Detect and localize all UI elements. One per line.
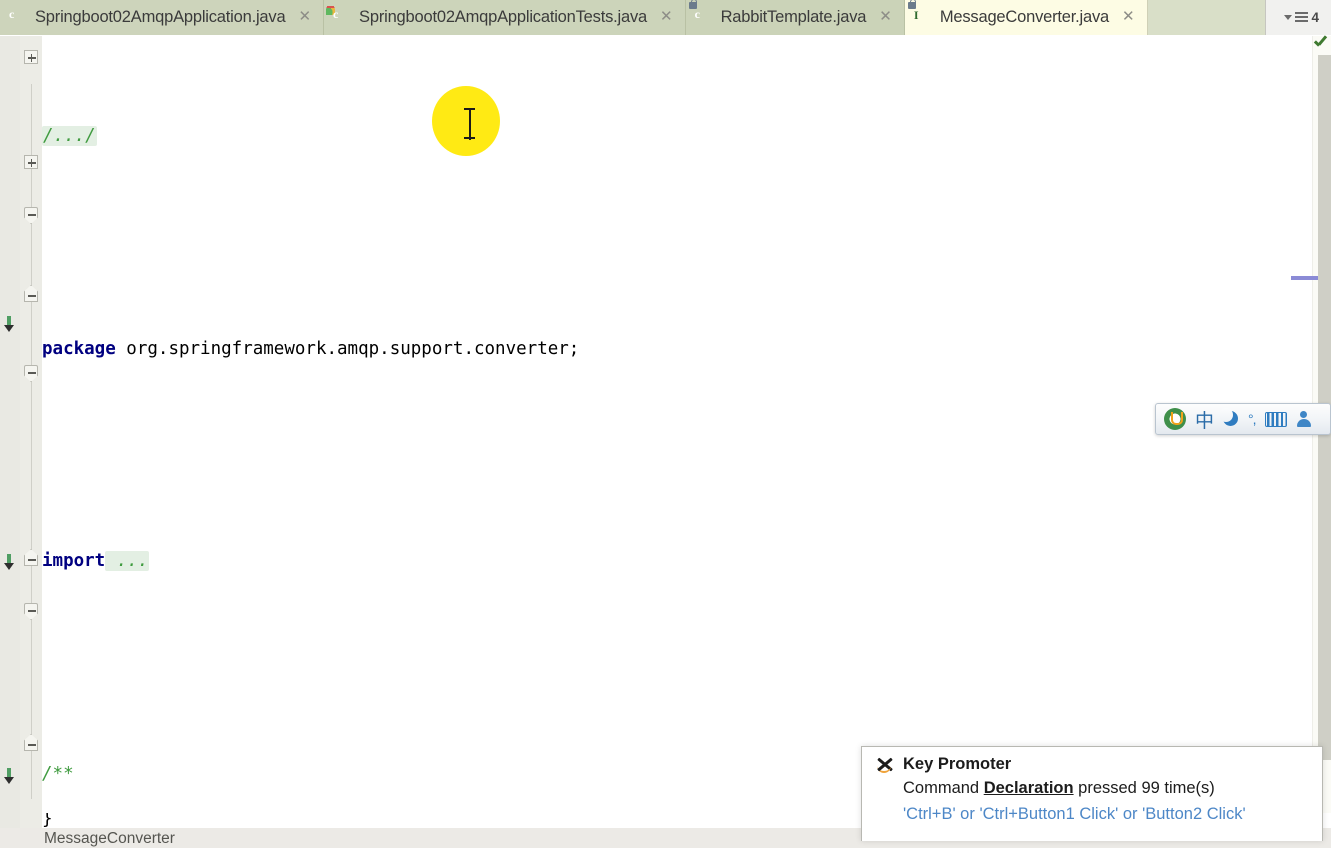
- editor-tab-close-icon[interactable]: ✕: [1120, 9, 1137, 26]
- tab-count: 4: [1311, 10, 1319, 25]
- implemented-by-arrow-icon[interactable]: [1, 554, 18, 571]
- sogou-logo-icon[interactable]: [1164, 408, 1186, 430]
- editor-tab-label: Springboot02AmqpApplicationTests.java: [359, 8, 647, 26]
- x-close-icon[interactable]: [876, 756, 894, 774]
- fold-placeholder-imports[interactable]: ...: [105, 551, 150, 572]
- editor-left-gutter-bottom: [0, 813, 20, 828]
- editor-left-gutter[interactable]: [0, 36, 20, 813]
- keyword-import: import: [42, 551, 106, 572]
- editor-fold-gutter-bottom: [20, 813, 42, 828]
- editor-tab-label: RabbitTemplate.java: [720, 8, 867, 26]
- tab-overflow-button[interactable]: 4: [1265, 0, 1331, 35]
- editor-tab-messageconverter[interactable]: MessageConverter.java ✕: [904, 0, 1148, 35]
- implemented-by-arrow-icon[interactable]: [1, 316, 18, 333]
- key-promoter-title: Key Promoter: [903, 755, 1012, 773]
- java-interface-library-icon: [907, 0, 933, 27]
- chinese-mode-icon[interactable]: 中: [1195, 406, 1214, 433]
- editor-tab-springboot02amqpapplicationtests[interactable]: Springboot02AmqpApplicationTests.java ✕: [324, 0, 686, 35]
- message-command: Declaration: [983, 779, 1074, 797]
- package-path: org.springframework.amqp.support.convert…: [115, 338, 580, 359]
- keyword-package: package: [42, 338, 116, 359]
- editor-tab-bar: Springboot02AmqpApplication.java ✕ Sprin…: [0, 0, 1331, 35]
- key-promoter-notification[interactable]: Key Promoter Command Declaration pressed…: [861, 746, 1323, 841]
- key-promoter-shortcuts: 'Ctrl+B' or 'Ctrl+Button1 Click' or 'But…: [903, 805, 1246, 823]
- editor-tab-label: MessageConverter.java: [939, 8, 1109, 26]
- breadcrumb[interactable]: MessageConverter: [44, 830, 175, 848]
- message-suffix: pressed 99 time(s): [1073, 779, 1215, 797]
- editor-tab-label: Springboot02AmqpApplication.java: [35, 8, 286, 26]
- ide-editor-window: Springboot02AmqpApplication.java ✕ Sprin…: [0, 0, 1331, 848]
- editor-tab-close-icon[interactable]: ✕: [658, 9, 675, 26]
- key-promoter-message: Command Declaration pressed 99 time(s): [903, 779, 1308, 798]
- punctuation-mode-icon[interactable]: °,: [1248, 411, 1256, 427]
- user-account-icon[interactable]: [1296, 410, 1312, 428]
- code-line-import: import ...: [42, 548, 1312, 575]
- fold-region-line: [31, 84, 32, 799]
- ime-floating-toolbar[interactable]: 中 °,: [1155, 403, 1331, 435]
- fold-marker-expand-imports[interactable]: [24, 155, 38, 169]
- editor-tab-rabbittemplate[interactable]: RabbitTemplate.java ✕: [685, 0, 905, 35]
- editor-tab-close-icon[interactable]: ✕: [296, 9, 313, 26]
- tab-list-icon: [1295, 11, 1309, 24]
- java-class-icon: [9, 8, 28, 27]
- fold-marker-expand-header-comment[interactable]: [24, 50, 38, 64]
- code-line-package: package org.springframework.amqp.support…: [42, 336, 1312, 363]
- java-test-class-icon: [326, 6, 352, 27]
- code-lines: /.../ package org.springframework.amqp.s…: [42, 36, 1312, 813]
- message-prefix: Command: [903, 779, 984, 797]
- chevron-down-icon: [1284, 15, 1293, 20]
- key-promoter-header: Key Promoter: [876, 755, 1308, 774]
- green-checkmark-icon[interactable]: [1313, 38, 1329, 52]
- editor-tab-close-icon[interactable]: ✕: [877, 9, 894, 26]
- implemented-by-arrow-icon[interactable]: [1, 768, 18, 785]
- half-width-moon-icon[interactable]: [1219, 408, 1239, 427]
- soft-keyboard-icon[interactable]: [1264, 411, 1287, 427]
- editor-tab-springboot02amqpapplication[interactable]: Springboot02AmqpApplication.java ✕: [0, 0, 325, 35]
- javadoc-open: /**: [42, 764, 74, 785]
- fold-placeholder-license[interactable]: /.../: [42, 125, 97, 146]
- code-editor[interactable]: /.../ package org.springframework.amqp.s…: [0, 35, 1331, 844]
- code-line: /.../: [42, 123, 1312, 150]
- java-class-library-icon: [688, 0, 714, 27]
- code-text-area[interactable]: /.../ package org.springframework.amqp.s…: [42, 36, 1312, 813]
- usage-marker[interactable]: [1291, 276, 1318, 280]
